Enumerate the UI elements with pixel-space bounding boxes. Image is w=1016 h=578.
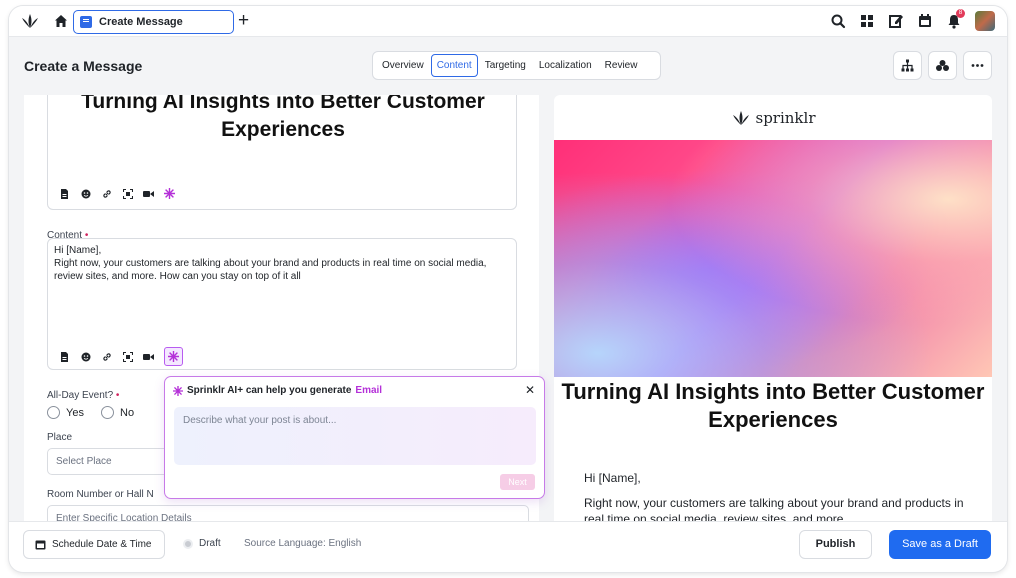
document-icon[interactable] bbox=[59, 188, 70, 199]
ai-popup-header: Sprinklr AI+ can help you generate Email bbox=[173, 385, 382, 396]
tab-content[interactable]: Content bbox=[430, 54, 478, 77]
preview-title: Turning AI Insights into Better Customer… bbox=[561, 379, 985, 432]
radio-yes-label: Yes bbox=[66, 406, 84, 419]
search-icon[interactable] bbox=[830, 12, 846, 30]
more-icon bbox=[971, 64, 984, 67]
radio-circle[interactable] bbox=[101, 406, 114, 419]
radio-yes[interactable]: Yes bbox=[47, 406, 84, 419]
tab-label: Create Message bbox=[99, 16, 183, 28]
email-preview: sprinklr Turning AI Insights into Better… bbox=[554, 95, 992, 521]
radio-circle[interactable] bbox=[47, 406, 60, 419]
document-icon[interactable] bbox=[59, 351, 70, 362]
source-language: Source Language: English bbox=[244, 538, 362, 549]
ai-sparkle-button[interactable] bbox=[164, 347, 183, 366]
all-day-label-text: All-Day Event? bbox=[47, 390, 114, 401]
next-button[interactable]: Next bbox=[500, 474, 535, 490]
hierarchy-icon bbox=[901, 59, 914, 72]
hero-text: Turning AI Insights into Better Customer… bbox=[81, 95, 485, 141]
ai-sparkle-icon bbox=[168, 351, 179, 362]
tab-create-message[interactable]: Create Message bbox=[73, 10, 234, 34]
scan-icon[interactable] bbox=[122, 351, 133, 362]
grid-icon[interactable] bbox=[859, 12, 875, 30]
status-text: Draft bbox=[199, 538, 221, 549]
schedule-button[interactable]: Schedule Date & Time bbox=[23, 530, 165, 559]
close-icon[interactable]: ✕ bbox=[525, 384, 535, 396]
ai-assist-popup: Sprinklr AI+ can help you generate Email… bbox=[164, 376, 545, 499]
ai-sparkle-icon bbox=[173, 385, 183, 396]
content-editor[interactable]: Hi [Name], Right now, your customers are… bbox=[47, 238, 517, 370]
group-icon bbox=[936, 60, 949, 71]
app-window: Create Message + 8 Create a Message Over… bbox=[9, 6, 1007, 572]
top-bar: Create Message + 8 bbox=[9, 6, 1007, 37]
link-icon[interactable] bbox=[101, 188, 112, 199]
tab-targeting[interactable]: Targeting bbox=[479, 54, 532, 77]
footer-bar: Schedule Date & Time Draft Source Langua… bbox=[9, 521, 1007, 572]
title-toolbar bbox=[59, 188, 175, 199]
step-tabs: Overview Content Targeting Localization … bbox=[372, 51, 661, 80]
save-draft-button[interactable]: Save as a Draft bbox=[889, 530, 991, 559]
video-icon[interactable] bbox=[143, 351, 154, 362]
bell-icon[interactable]: 8 bbox=[946, 9, 965, 30]
notification-badge: 8 bbox=[956, 9, 965, 18]
place-label: Place bbox=[47, 432, 73, 443]
calendar-icon[interactable] bbox=[917, 12, 933, 30]
scan-icon[interactable] bbox=[122, 188, 133, 199]
ai-popup-accent: Email bbox=[355, 385, 383, 396]
preview-brand: sprinklr bbox=[554, 109, 992, 127]
radio-no[interactable]: No bbox=[101, 406, 134, 419]
status-dot bbox=[183, 538, 193, 549]
content-toolbar bbox=[59, 347, 183, 366]
edit-icon[interactable] bbox=[888, 12, 904, 30]
publish-button[interactable]: Publish bbox=[799, 530, 872, 559]
sprinklr-logo-icon bbox=[732, 111, 749, 125]
emoji-icon[interactable] bbox=[80, 188, 91, 199]
page-title: Create a Message bbox=[24, 58, 143, 74]
ai-popup-title: Sprinklr AI+ can help you generate bbox=[187, 385, 352, 396]
page-header: Create a Message Overview Content Target… bbox=[9, 37, 1007, 95]
message-icon bbox=[80, 16, 92, 28]
required-marker: • bbox=[115, 390, 120, 401]
ai-sparkle-icon[interactable] bbox=[164, 188, 175, 199]
top-icons: 8 bbox=[830, 9, 995, 31]
schedule-label: Schedule Date & Time bbox=[52, 539, 152, 550]
radio-no-label: No bbox=[120, 406, 135, 419]
preview-brand-name: sprinklr bbox=[755, 109, 816, 127]
hierarchy-button[interactable] bbox=[893, 51, 922, 80]
title-editor[interactable]: Turning AI Insights into Better Customer… bbox=[47, 95, 517, 210]
tab-review[interactable]: Review bbox=[599, 54, 644, 77]
ai-prompt-input[interactable]: Describe what your post is about... bbox=[174, 407, 536, 465]
home-icon[interactable] bbox=[53, 13, 69, 29]
preview-body: Right now, your customers are talking ab… bbox=[584, 496, 964, 521]
content-line: Hi [Name], bbox=[54, 245, 102, 256]
tab-overview[interactable]: Overview bbox=[376, 54, 430, 77]
content-text: Hi [Name], Right now, your customers are… bbox=[54, 244, 506, 283]
avatar[interactable] bbox=[975, 11, 995, 31]
sprinklr-logo-icon[interactable] bbox=[20, 12, 40, 30]
plus-icon[interactable]: + bbox=[238, 11, 252, 31]
status-badge: Draft bbox=[183, 538, 221, 549]
all-day-label: All-Day Event? • bbox=[47, 390, 119, 401]
video-icon[interactable] bbox=[143, 188, 154, 199]
emoji-icon[interactable] bbox=[80, 351, 91, 362]
group-button[interactable] bbox=[928, 51, 957, 80]
preview-greeting: Hi [Name], bbox=[584, 471, 641, 485]
room-input[interactable]: Enter Specific Location Details bbox=[47, 505, 529, 521]
link-icon[interactable] bbox=[101, 351, 112, 362]
room-label: Room Number or Hall N bbox=[47, 489, 154, 500]
tab-localization[interactable]: Localization bbox=[533, 54, 598, 77]
content-line: Right now, your customers are talking ab… bbox=[54, 258, 487, 282]
calendar-icon bbox=[35, 540, 46, 550]
preview-hero-image bbox=[554, 140, 992, 377]
more-button[interactable] bbox=[963, 51, 992, 80]
